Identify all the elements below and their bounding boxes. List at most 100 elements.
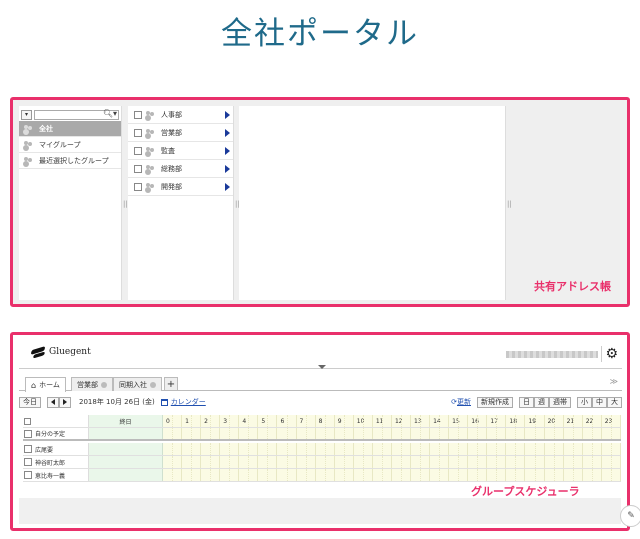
hour-cell[interactable] — [296, 456, 316, 468]
department-item[interactable]: 監査 — [128, 142, 233, 160]
view-day-button[interactable]: 日 — [519, 396, 534, 408]
hour-cell[interactable] — [201, 443, 221, 455]
table-row[interactable]: 広尾要 — [23, 443, 621, 456]
hour-cells[interactable] — [163, 428, 621, 439]
hour-cell[interactable] — [258, 456, 278, 468]
hour-cell[interactable] — [334, 469, 354, 481]
hour-cell[interactable] — [334, 443, 354, 455]
row-checkbox[interactable] — [24, 471, 32, 479]
hour-cell[interactable] — [563, 469, 583, 481]
hour-cell[interactable] — [601, 428, 621, 439]
hour-cell[interactable] — [582, 456, 602, 468]
hour-cell[interactable] — [506, 443, 526, 455]
select-all-checkbox[interactable] — [24, 417, 31, 425]
hour-cell[interactable] — [449, 456, 469, 468]
hour-cell[interactable] — [372, 428, 392, 439]
department-item[interactable]: 開発部 — [128, 178, 233, 196]
chevron-right-icon[interactable] — [225, 165, 230, 173]
hour-cell[interactable] — [391, 428, 412, 439]
hour-cell[interactable] — [239, 443, 259, 455]
chevron-right-icon[interactable] — [225, 147, 230, 155]
hour-cell[interactable] — [544, 469, 564, 481]
hour-cell[interactable] — [468, 469, 488, 481]
hour-cell[interactable] — [544, 443, 564, 455]
hour-cell[interactable] — [582, 469, 602, 481]
hour-cell[interactable] — [487, 456, 507, 468]
hour-cell[interactable] — [163, 428, 183, 439]
hour-cell[interactable] — [277, 428, 297, 439]
group-item-my-group[interactable]: マイグループ — [19, 137, 121, 153]
gear-icon[interactable]: ⚙ — [601, 346, 618, 362]
chevron-right-icon[interactable] — [225, 183, 230, 191]
department-item[interactable]: 営業部 — [128, 124, 233, 142]
today-button[interactable]: 今日 — [19, 396, 41, 408]
hour-cell[interactable] — [372, 456, 392, 468]
hour-cell[interactable] — [296, 443, 316, 455]
row-checkbox[interactable] — [24, 445, 32, 453]
hour-cell[interactable] — [239, 456, 259, 468]
hour-cell[interactable] — [525, 428, 545, 439]
next-button[interactable] — [59, 396, 71, 408]
hour-cell[interactable] — [487, 469, 507, 481]
hour-cell[interactable] — [391, 469, 412, 481]
hour-cell[interactable] — [258, 428, 278, 439]
tab-close-icon[interactable] — [101, 381, 107, 388]
hour-cell[interactable] — [182, 469, 202, 481]
hour-cell[interactable] — [449, 469, 469, 481]
hour-cell[interactable] — [449, 443, 469, 455]
all-day-cell[interactable] — [89, 443, 163, 455]
hour-cell[interactable] — [563, 428, 583, 439]
hour-cell[interactable] — [411, 469, 431, 481]
hour-cells[interactable] — [163, 456, 621, 468]
hour-cell[interactable] — [315, 469, 335, 481]
hour-cell[interactable] — [372, 443, 392, 455]
hour-cell[interactable] — [277, 456, 297, 468]
hour-cell[interactable] — [296, 469, 316, 481]
calendar-icon[interactable] — [160, 398, 168, 406]
hour-cell[interactable] — [582, 428, 602, 439]
hour-cell[interactable] — [220, 456, 240, 468]
size-small-button[interactable]: 小 — [577, 396, 592, 408]
hour-cell[interactable] — [525, 443, 545, 455]
hour-cell[interactable] — [506, 428, 526, 439]
tab-close-icon[interactable] — [150, 381, 156, 388]
hour-cell[interactable] — [315, 428, 335, 439]
hour-cell[interactable] — [372, 469, 392, 481]
size-large-button[interactable]: 大 — [607, 396, 622, 408]
row-checkbox[interactable] — [24, 429, 32, 438]
hour-cell[interactable] — [296, 428, 316, 439]
all-day-cell[interactable] — [89, 456, 163, 468]
hour-cell[interactable] — [163, 443, 183, 455]
hour-cell[interactable] — [334, 456, 354, 468]
hour-cell[interactable] — [468, 428, 488, 439]
department-checkbox[interactable] — [134, 146, 142, 155]
hour-cell[interactable] — [353, 456, 373, 468]
hour-cells[interactable] — [163, 469, 621, 481]
expand-icon[interactable]: ≫ — [610, 377, 618, 386]
hour-cell[interactable] — [525, 469, 545, 481]
tab-same-year-hires[interactable]: 同期入社 — [113, 377, 162, 391]
row-checkbox[interactable] — [24, 458, 32, 466]
hour-cell[interactable] — [182, 443, 202, 455]
hour-cell[interactable] — [411, 456, 431, 468]
hour-cells[interactable] — [163, 443, 621, 455]
department-checkbox[interactable] — [134, 128, 142, 137]
department-checkbox[interactable] — [134, 164, 142, 173]
edit-pencil-icon[interactable]: ✎ — [620, 505, 640, 527]
collapse-header-icon[interactable] — [318, 365, 326, 369]
hour-cell[interactable] — [182, 428, 202, 439]
hour-cell[interactable] — [201, 456, 221, 468]
hour-cell[interactable] — [544, 456, 564, 468]
hour-cell[interactable] — [601, 469, 621, 481]
hour-cell[interactable] — [544, 428, 564, 439]
hour-cell[interactable] — [487, 428, 507, 439]
hour-cell[interactable] — [163, 469, 183, 481]
hour-cell[interactable] — [563, 443, 583, 455]
hour-cell[interactable] — [391, 443, 412, 455]
hour-cell[interactable] — [353, 469, 373, 481]
size-medium-button[interactable]: 中 — [592, 396, 607, 408]
hour-cell[interactable] — [277, 469, 297, 481]
view-week-band-button[interactable]: 週帯 — [549, 396, 571, 408]
hour-cell[interactable] — [582, 443, 602, 455]
hour-cell[interactable] — [430, 456, 450, 468]
